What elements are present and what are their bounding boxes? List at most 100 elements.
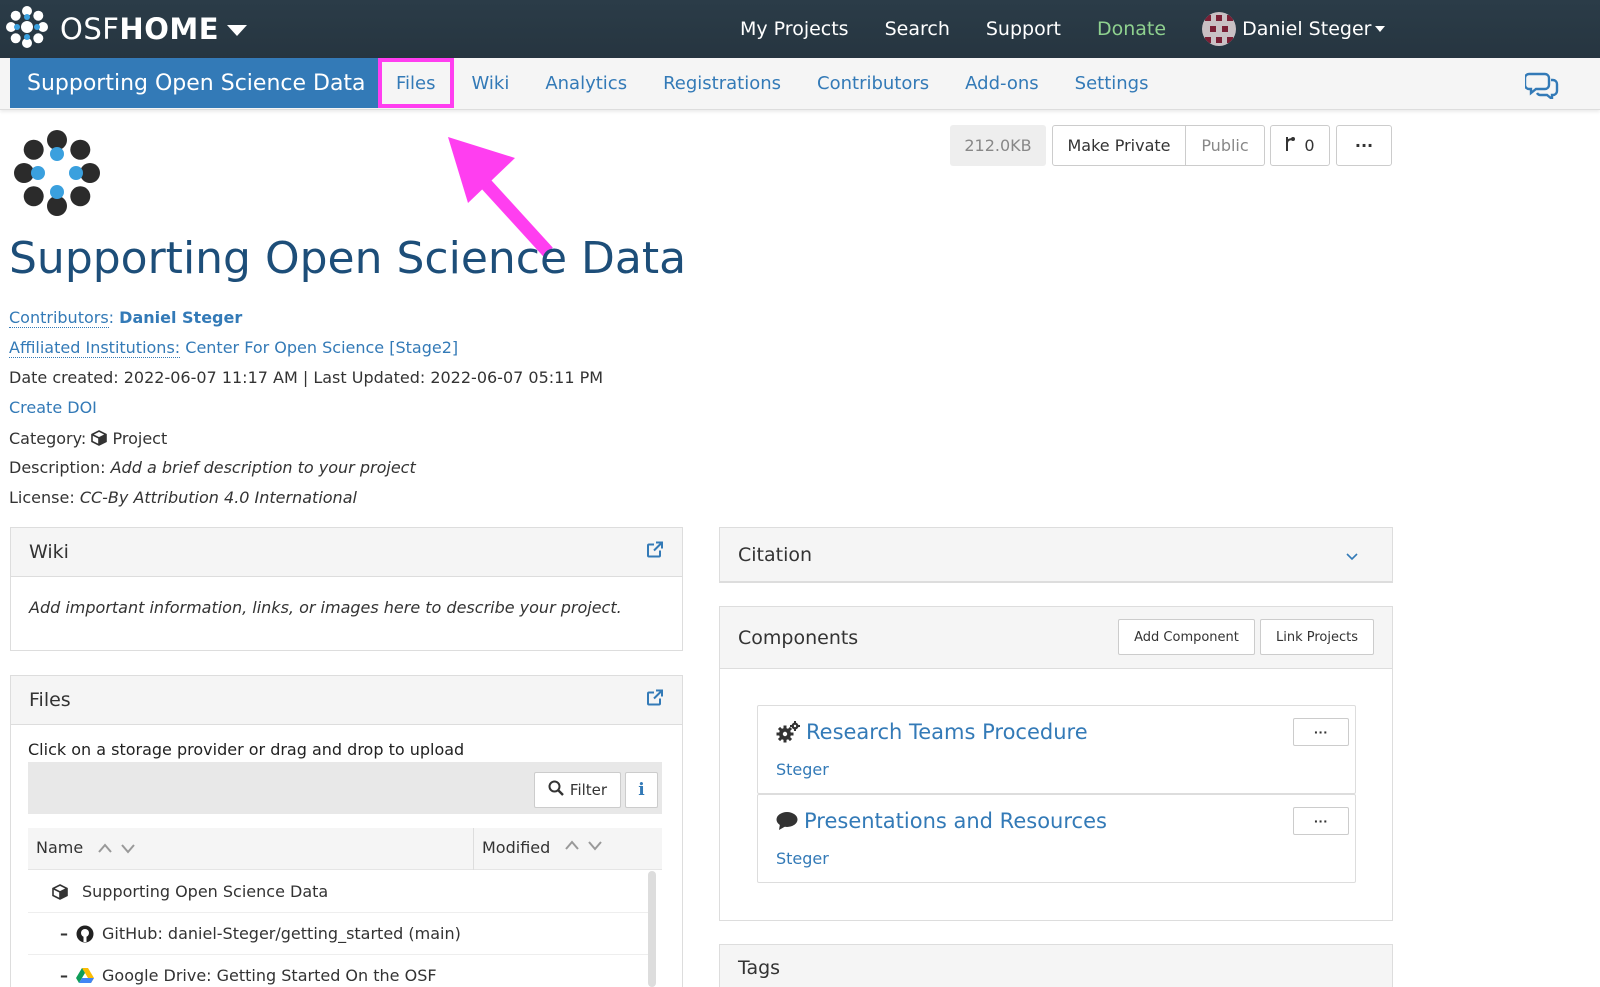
component-title: Presentations and Resources [776,809,1107,833]
project-logo-icon [14,130,100,221]
wiki-placeholder-text: Add important information, links, or ima… [29,598,622,617]
project-tabs: Files Wiki Analytics Registrations Contr… [378,58,1166,108]
collapse-icon[interactable]: – [60,966,68,985]
files-scrollbar[interactable] [648,871,656,987]
column-name-label: Name [36,838,83,857]
create-doi-link[interactable]: Create DOI [9,398,97,417]
cube-icon [91,430,107,450]
comment-icon [776,811,798,831]
column-name[interactable]: Name [36,838,137,857]
top-nav-links: My Projects Search Support Donate Daniel… [740,0,1385,58]
google-drive-icon [76,968,94,984]
component-card: Presentations and Resources Steger ··· [757,794,1356,883]
component-owner[interactable]: Steger [776,760,829,779]
page-title: Supporting Open Science Data [9,233,686,284]
tab-settings[interactable]: Settings [1057,58,1167,108]
component-card: Research Teams Procedure Steger ··· [757,705,1356,794]
file-row[interactable]: – GitHub: daniel-Steger/getting_started … [28,913,648,955]
description-label: Description: [9,458,106,477]
user-menu[interactable]: Daniel Steger [1202,12,1385,46]
caret-down-icon [1375,26,1385,32]
tab-analytics[interactable]: Analytics [527,58,645,108]
github-icon [76,925,94,943]
tags-panel-title: Tags [738,957,780,979]
file-row-label: Supporting Open Science Data [82,882,328,901]
nav-support[interactable]: Support [986,18,1061,40]
tab-registrations[interactable]: Registrations [645,58,799,108]
info-icon: i [638,780,644,800]
category-line: Category: Project [9,429,167,450]
project-nav-title[interactable]: Supporting Open Science Data [10,58,378,108]
filter-label: Filter [570,781,607,799]
description-line: Description: Add a brief description to … [9,458,416,477]
contributors-line: Contributors: Daniel Steger [9,308,242,327]
institutions-label[interactable]: Affiliated Institutions: [9,338,180,358]
top-navbar: OSFHOME My Projects Search Support Donat… [0,0,1600,58]
nav-search[interactable]: Search [885,18,950,40]
project-size-badge: 212.0KB [950,125,1046,166]
description-value[interactable]: Add a brief description to your project [111,458,416,477]
chevron-down-icon[interactable] [1346,544,1358,566]
chevron-down-icon [227,25,247,36]
license-label: License: [9,488,75,507]
files-table-header: Name Modified [28,828,662,870]
component-link[interactable]: Presentations and Resources [804,809,1107,833]
file-row-label: Google Drive: Getting Started On the OSF [102,966,437,985]
category-value: Project [113,429,168,448]
sort-arrows-icon[interactable] [97,841,137,855]
add-component-button[interactable]: Add Component [1118,619,1255,655]
search-icon [548,780,564,800]
institution-link[interactable]: Center For Open Science [Stage2] [185,338,458,357]
tab-wiki[interactable]: Wiki [454,58,528,108]
contributor-link[interactable]: Daniel Steger [119,308,242,327]
category-label: Category: [9,429,86,448]
external-link-icon[interactable] [646,689,664,712]
nav-my-projects[interactable]: My Projects [740,18,849,40]
component-link[interactable]: Research Teams Procedure [806,720,1088,744]
wiki-panel-header: Wiki [11,528,682,577]
external-link-icon[interactable] [646,541,664,564]
file-row[interactable]: – Google Drive: Getting Started On the O… [28,955,648,987]
component-title: Research Teams Procedure [776,720,1088,744]
column-modified[interactable]: Modified [473,828,604,870]
link-projects-button[interactable]: Link Projects [1260,619,1374,655]
comments-icon[interactable] [1525,71,1561,104]
tab-add-ons[interactable]: Add-ons [947,58,1056,108]
component-more-button[interactable]: ··· [1293,807,1349,835]
osf-home-brand[interactable]: OSFHOME [6,6,247,52]
wiki-panel: Wiki Add important information, links, o… [10,527,683,651]
nav-donate[interactable]: Donate [1097,18,1166,40]
citation-panel-title: Citation [738,544,812,566]
component-owner[interactable]: Steger [776,849,829,868]
files-hint: Click on a storage provider or drag and … [28,740,464,759]
component-more-button[interactable]: ··· [1293,718,1349,746]
collapse-icon[interactable]: – [60,924,68,943]
public-button[interactable]: Public [1186,125,1265,166]
user-name: Daniel Steger [1242,18,1371,40]
contributors-label[interactable]: Contributors [9,308,109,328]
files-panel-header: Files [11,676,682,725]
file-row[interactable]: Supporting Open Science Data [28,871,648,913]
visibility-toggle-group: Make Private Public [1052,125,1265,166]
sort-arrows-icon[interactable] [564,838,604,852]
file-row-label: GitHub: daniel-Steger/getting_started (m… [102,924,461,943]
license-value[interactable]: CC-By Attribution 4.0 International [80,488,357,507]
gears-icon [776,721,800,743]
fork-icon [1285,136,1296,156]
wiki-panel-title: Wiki [29,541,69,563]
fork-button[interactable]: 0 [1270,125,1330,166]
tab-contributors[interactable]: Contributors [799,58,947,108]
citation-panel[interactable]: Citation [719,527,1393,583]
brand-text: OSFHOME [60,12,219,46]
info-button[interactable]: i [625,772,658,808]
filter-button[interactable]: Filter [534,772,621,808]
tab-files[interactable]: Files [378,58,454,108]
more-options-button[interactable]: ··· [1336,125,1392,166]
citation-panel-header[interactable]: Citation [720,528,1392,582]
files-panel-title: Files [29,689,71,711]
cube-icon [52,884,68,900]
components-panel-title: Components [738,627,858,649]
make-private-button[interactable]: Make Private [1052,125,1186,166]
institutions-line: Affiliated Institutions: Center For Open… [9,338,458,357]
license-line: License: CC-By Attribution 4.0 Internati… [9,488,357,507]
